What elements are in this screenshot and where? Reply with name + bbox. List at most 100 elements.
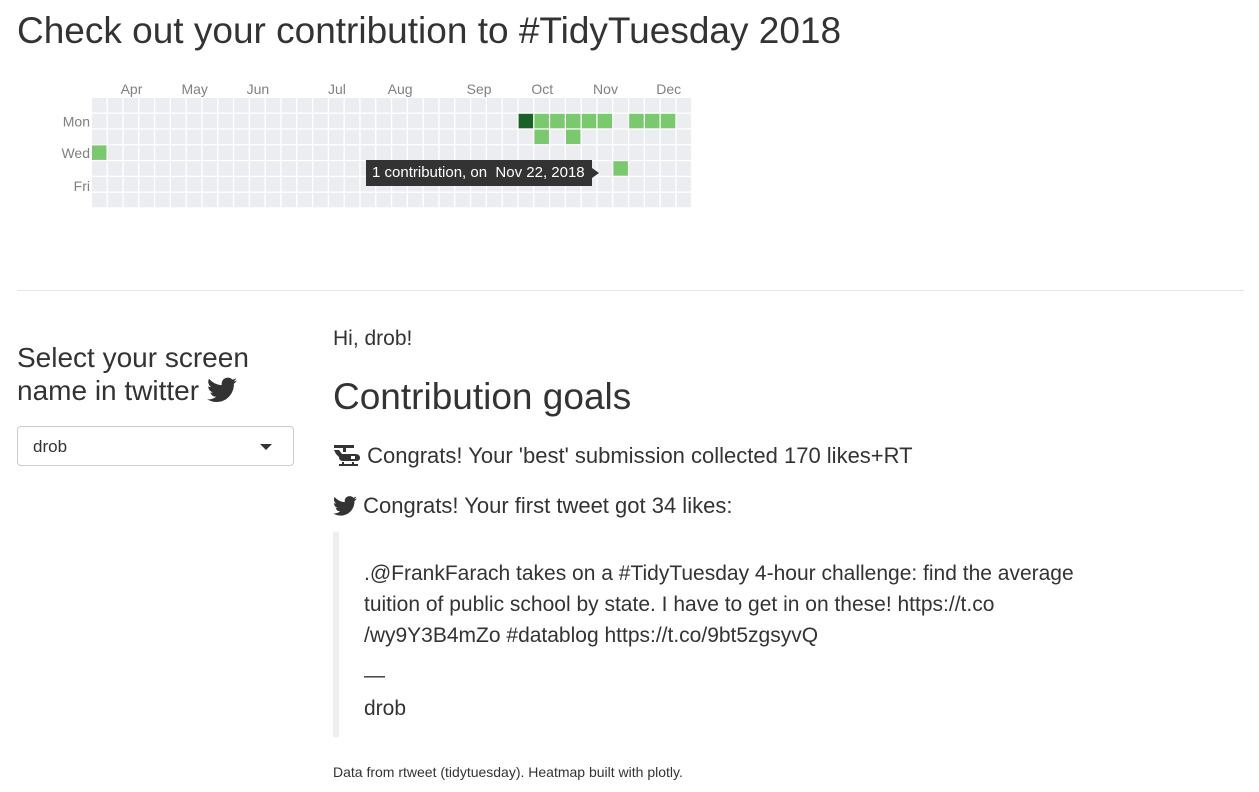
heatmap-contribution-cell[interactable] bbox=[518, 113, 534, 129]
heatmap-contribution-cell[interactable] bbox=[660, 113, 676, 129]
heatmap-empty-cell[interactable] bbox=[107, 129, 123, 145]
heatmap-empty-cell[interactable] bbox=[329, 177, 344, 192]
heatmap-empty-cell[interactable] bbox=[186, 177, 202, 192]
heatmap-empty-cell[interactable] bbox=[660, 145, 676, 160]
heatmap-empty-cell[interactable] bbox=[265, 98, 281, 113]
heatmap-empty-cell[interactable] bbox=[439, 113, 455, 129]
heatmap-empty-cell[interactable] bbox=[376, 192, 391, 208]
screen-name-select[interactable]: drob bbox=[17, 426, 294, 466]
heatmap-empty-cell[interactable] bbox=[155, 177, 170, 192]
heatmap-empty-cell[interactable] bbox=[107, 98, 123, 113]
heatmap-empty-cell[interactable] bbox=[265, 177, 281, 192]
heatmap-empty-cell[interactable] bbox=[455, 129, 470, 145]
heatmap-empty-cell[interactable] bbox=[376, 98, 391, 113]
heatmap-empty-cell[interactable] bbox=[518, 192, 534, 208]
heatmap-empty-cell[interactable] bbox=[234, 161, 249, 176]
heatmap-empty-cell[interactable] bbox=[660, 161, 676, 176]
heatmap-empty-cell[interactable] bbox=[265, 161, 281, 176]
heatmap-empty-cell[interactable] bbox=[676, 177, 692, 192]
heatmap-empty-cell[interactable] bbox=[613, 98, 628, 113]
heatmap-empty-cell[interactable] bbox=[92, 161, 107, 176]
heatmap-empty-cell[interactable] bbox=[597, 129, 613, 145]
heatmap-empty-cell[interactable] bbox=[297, 129, 312, 145]
heatmap-empty-cell[interactable] bbox=[186, 98, 202, 113]
heatmap-empty-cell[interactable] bbox=[250, 98, 265, 113]
heatmap-empty-cell[interactable] bbox=[155, 161, 170, 176]
heatmap-empty-cell[interactable] bbox=[360, 98, 376, 113]
heatmap-empty-cell[interactable] bbox=[550, 98, 565, 113]
heatmap-empty-cell[interactable] bbox=[408, 113, 423, 129]
heatmap-empty-cell[interactable] bbox=[186, 161, 202, 176]
heatmap-empty-cell[interactable] bbox=[281, 98, 297, 113]
heatmap-empty-cell[interactable] bbox=[597, 192, 613, 208]
heatmap-empty-cell[interactable] bbox=[329, 192, 344, 208]
heatmap-contribution-cell[interactable] bbox=[566, 129, 581, 145]
heatmap-empty-cell[interactable] bbox=[487, 192, 502, 208]
heatmap-empty-cell[interactable] bbox=[408, 192, 423, 208]
heatmap-empty-cell[interactable] bbox=[423, 129, 439, 145]
heatmap-empty-cell[interactable] bbox=[155, 129, 170, 145]
heatmap-empty-cell[interactable] bbox=[107, 177, 123, 192]
heatmap-empty-cell[interactable] bbox=[171, 129, 186, 145]
heatmap-empty-cell[interactable] bbox=[123, 192, 139, 208]
heatmap-empty-cell[interactable] bbox=[329, 145, 344, 160]
heatmap-contribution-cell[interactable] bbox=[534, 113, 549, 129]
heatmap-empty-cell[interactable] bbox=[360, 113, 376, 129]
heatmap-empty-cell[interactable] bbox=[171, 113, 186, 129]
heatmap-empty-cell[interactable] bbox=[392, 145, 407, 160]
heatmap-empty-cell[interactable] bbox=[250, 177, 265, 192]
heatmap-empty-cell[interactable] bbox=[439, 98, 455, 113]
heatmap-empty-cell[interactable] bbox=[629, 177, 644, 192]
heatmap-empty-cell[interactable] bbox=[313, 192, 328, 208]
heatmap-empty-cell[interactable] bbox=[502, 129, 518, 145]
heatmap-empty-cell[interactable] bbox=[234, 113, 249, 129]
heatmap-empty-cell[interactable] bbox=[613, 129, 628, 145]
heatmap-empty-cell[interactable] bbox=[581, 98, 597, 113]
heatmap-empty-cell[interactable] bbox=[502, 145, 518, 160]
heatmap-empty-cell[interactable] bbox=[218, 145, 233, 160]
heatmap-empty-cell[interactable] bbox=[597, 145, 613, 160]
heatmap-empty-cell[interactable] bbox=[313, 161, 328, 176]
heatmap-empty-cell[interactable] bbox=[344, 177, 360, 192]
heatmap-empty-cell[interactable] bbox=[171, 161, 186, 176]
heatmap-empty-cell[interactable] bbox=[455, 98, 470, 113]
heatmap-empty-cell[interactable] bbox=[597, 161, 613, 176]
heatmap-empty-cell[interactable] bbox=[534, 192, 549, 208]
heatmap-empty-cell[interactable] bbox=[455, 145, 470, 160]
heatmap-empty-cell[interactable] bbox=[597, 98, 613, 113]
heatmap-empty-cell[interactable] bbox=[487, 145, 502, 160]
heatmap-empty-cell[interactable] bbox=[329, 98, 344, 113]
heatmap-empty-cell[interactable] bbox=[171, 177, 186, 192]
heatmap-contribution-cell[interactable] bbox=[597, 113, 613, 129]
heatmap-empty-cell[interactable] bbox=[92, 98, 107, 113]
heatmap-empty-cell[interactable] bbox=[171, 145, 186, 160]
heatmap-empty-cell[interactable] bbox=[408, 129, 423, 145]
heatmap-empty-cell[interactable] bbox=[202, 177, 218, 192]
heatmap-empty-cell[interactable] bbox=[265, 192, 281, 208]
heatmap-contribution-cell[interactable] bbox=[566, 113, 581, 129]
heatmap-empty-cell[interactable] bbox=[123, 98, 139, 113]
heatmap-empty-cell[interactable] bbox=[676, 113, 692, 129]
heatmap-empty-cell[interactable] bbox=[360, 192, 376, 208]
heatmap-empty-cell[interactable] bbox=[471, 113, 486, 129]
heatmap-empty-cell[interactable] bbox=[139, 129, 154, 145]
heatmap-empty-cell[interactable] bbox=[471, 129, 486, 145]
heatmap-empty-cell[interactable] bbox=[376, 145, 391, 160]
heatmap-empty-cell[interactable] bbox=[155, 113, 170, 129]
heatmap-empty-cell[interactable] bbox=[92, 113, 107, 129]
heatmap-empty-cell[interactable] bbox=[502, 113, 518, 129]
heatmap-empty-cell[interactable] bbox=[313, 113, 328, 129]
heatmap-empty-cell[interactable] bbox=[186, 129, 202, 145]
heatmap-empty-cell[interactable] bbox=[265, 129, 281, 145]
heatmap-empty-cell[interactable] bbox=[376, 113, 391, 129]
heatmap-empty-cell[interactable] bbox=[487, 98, 502, 113]
heatmap-empty-cell[interactable] bbox=[660, 98, 676, 113]
heatmap-empty-cell[interactable] bbox=[234, 145, 249, 160]
heatmap-empty-cell[interactable] bbox=[408, 98, 423, 113]
heatmap-empty-cell[interactable] bbox=[502, 192, 518, 208]
heatmap-empty-cell[interactable] bbox=[566, 192, 581, 208]
heatmap-empty-cell[interactable] bbox=[186, 192, 202, 208]
heatmap-empty-cell[interactable] bbox=[218, 177, 233, 192]
heatmap-empty-cell[interactable] bbox=[613, 113, 628, 129]
heatmap-empty-cell[interactable] bbox=[297, 145, 312, 160]
